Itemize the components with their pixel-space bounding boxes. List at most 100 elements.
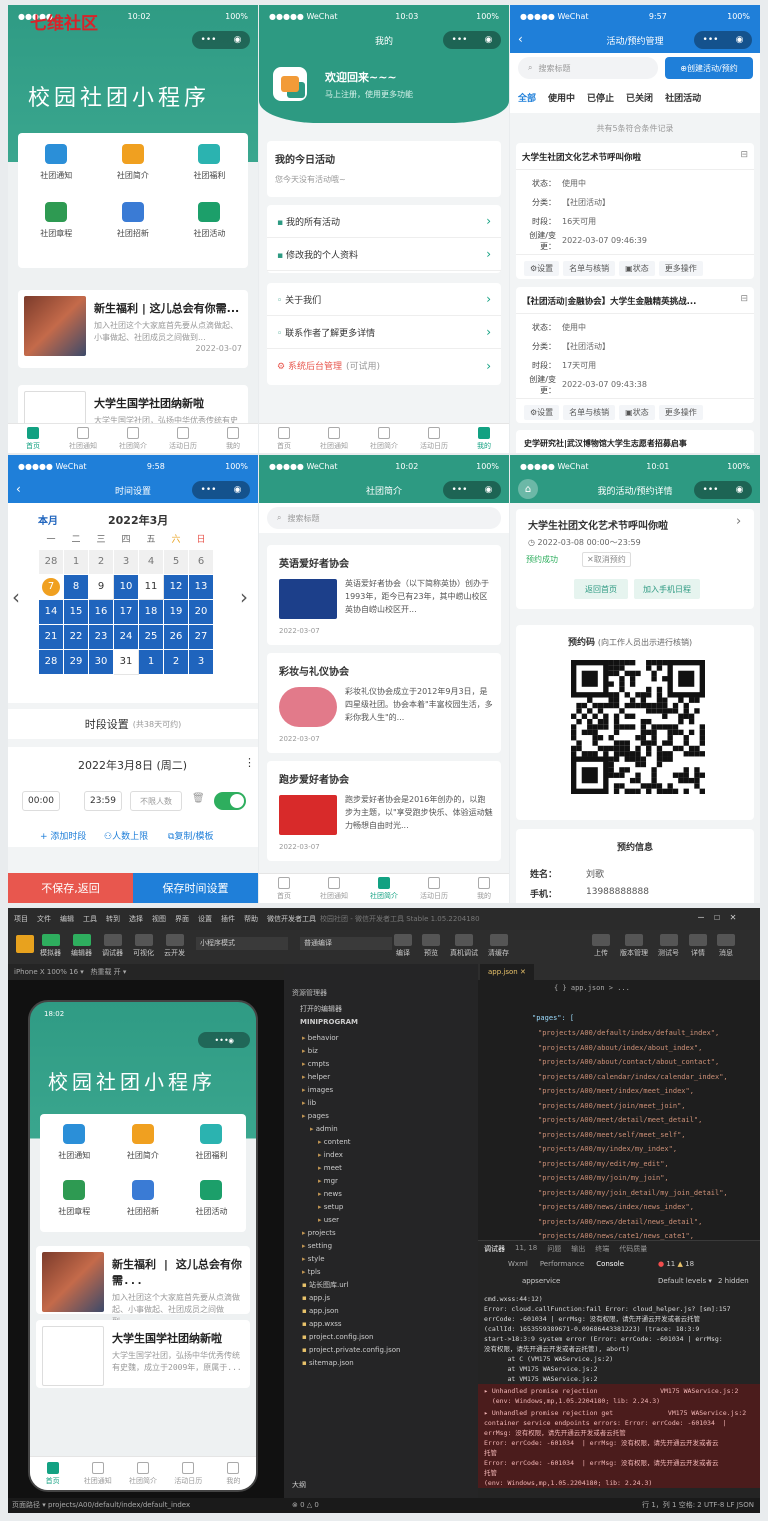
tab-2[interactable]: 社团简介 (359, 874, 409, 903)
menu-item[interactable]: 文件 (37, 914, 51, 924)
search-input[interactable]: ⌕ 搜索标题 (267, 507, 501, 529)
file-tree-item[interactable]: ▸ setting (294, 1240, 474, 1253)
calendar-day[interactable]: 31 (113, 648, 139, 675)
calendar-day[interactable]: 19 (163, 598, 189, 625)
people-limit-link[interactable]: ⚇人数上限 (104, 829, 148, 842)
sim-grid-item[interactable]: 社团简介 (109, 1114, 178, 1170)
p1-grid-item[interactable]: 社团福利 (171, 133, 248, 191)
console-tab[interactable]: Performance (540, 1260, 584, 1268)
collapse-icon[interactable]: ⊟ (740, 150, 748, 160)
save-button[interactable]: 保存时间设置 (133, 873, 258, 903)
tab-4[interactable]: 我的 (208, 424, 258, 453)
admin-row[interactable]: ⚙ 系统后台管理 (可试用) › (267, 349, 501, 382)
toolbar-button[interactable]: 详情 (689, 934, 707, 958)
tab-4[interactable]: 我的 (459, 424, 509, 453)
capsule-menu[interactable]: ••• ◉ (443, 31, 501, 49)
console-tab[interactable]: Console (596, 1260, 624, 1268)
menu-item[interactable]: 视图 (152, 914, 166, 924)
file-tree-item[interactable]: ▸ cmpts (294, 1058, 474, 1071)
compile-select[interactable]: 普通编译 (300, 937, 392, 950)
toolbar-button[interactable]: 上传 (592, 934, 610, 958)
open-editors[interactable]: 打开的编辑器 (300, 1004, 342, 1014)
debugger-tab[interactable]: 代码质量 (619, 1244, 647, 1254)
menu-item[interactable]: 界面 (175, 914, 189, 924)
sim-grid-item[interactable]: 社团章程 (40, 1170, 109, 1226)
file-tree-item[interactable]: ▪ app.js (294, 1292, 474, 1305)
file-tree-item[interactable]: ▸ setup (294, 1201, 474, 1214)
debugger-tab[interactable]: 调试器 (484, 1244, 505, 1254)
console-tab[interactable]: Wxml (508, 1260, 528, 1268)
file-tree-item[interactable]: ▸ style (294, 1253, 474, 1266)
file-tree-item[interactable]: ▸ meet (294, 1162, 474, 1175)
club-card[interactable]: 彩妆与礼仪协会 彩妆礼仪协会成立于2012年9月3日，是四星级社团。协会本着"丰富… (267, 653, 501, 753)
collapse-icon[interactable]: ⊟ (740, 294, 748, 304)
action-button[interactable]: ▣状态 (619, 261, 655, 276)
copy-template-link[interactable]: ⧉复制/模板 (168, 829, 213, 842)
more-icon[interactable]: ••• (452, 485, 468, 495)
news-item[interactable]: 新生福利 | 这儿总会有你需... 加入社团这个大家庭首先要从点滴做起、小事做起、… (18, 290, 248, 368)
calendar-day[interactable]: 18 (138, 598, 164, 625)
sim-grid-item[interactable]: 社团招新 (109, 1170, 178, 1226)
calendar-day[interactable]: 21 (38, 623, 64, 650)
menu-item[interactable]: 项目 (14, 914, 28, 924)
calendar-day[interactable]: 10 (113, 573, 139, 600)
calendar-day[interactable]: 26 (163, 623, 189, 650)
calendar-day[interactable]: 22 (63, 623, 89, 650)
calendar-day[interactable]: 9 (88, 573, 114, 600)
action-button[interactable]: ⚙设置 (524, 405, 560, 420)
sim-grid-item[interactable]: 社团福利 (177, 1114, 246, 1170)
toolbar-button[interactable]: 编译 (394, 934, 412, 958)
tab-2[interactable]: 社团简介 (108, 424, 158, 453)
file-tree-item[interactable]: ▪ sitemap.json (294, 1357, 474, 1370)
add-slot-link[interactable]: + 添加时段 (40, 829, 86, 842)
mode-select[interactable]: 小程序模式 (196, 937, 288, 950)
news-item[interactable]: 新生福利 | 这儿总会有你需... 加入社团这个大家庭首先要从点滴做起、小事做起、… (36, 1246, 250, 1337)
debugger-tab[interactable]: 终端 (595, 1244, 609, 1254)
tab-0[interactable]: 首页 (30, 1457, 75, 1490)
calendar-day[interactable]: 2 (88, 548, 114, 575)
activity-card-3[interactable]: 史学研究社|武汉博物馆大学生志愿者招募启事 (516, 430, 754, 453)
action-button[interactable]: ▣状态 (619, 405, 655, 420)
calendar-day[interactable]: 5 (163, 548, 189, 575)
toolbar-button[interactable]: 模拟器 (40, 934, 61, 958)
slot-more-icon[interactable]: ⋮ (244, 756, 255, 769)
editor-tab-app-json[interactable]: app.json ✕ (480, 964, 534, 980)
toolbar-button[interactable]: 真机调试 (450, 934, 478, 958)
levels-select[interactable]: Default levels ▾ (658, 1277, 712, 1285)
more-icon[interactable]: ••• (201, 485, 217, 495)
file-tree-item[interactable]: ▪ project.config.json (294, 1331, 474, 1344)
tab-0[interactable]: 首页 (259, 424, 309, 453)
debugger-tab[interactable]: 问题 (547, 1244, 561, 1254)
window-controls[interactable]: —☐✕ (698, 912, 746, 923)
file-tree-item[interactable]: ▸ user (294, 1214, 474, 1227)
toolbar-button[interactable]: 可视化 (133, 934, 154, 958)
more-icon[interactable]: ••• (703, 35, 719, 45)
close-circle-icon[interactable]: ◉ (736, 35, 744, 45)
search-input[interactable]: ⌕ 搜索标题 (518, 57, 658, 79)
calendar-day[interactable]: 14 (38, 598, 64, 625)
menu-item[interactable]: 插件 (221, 914, 235, 924)
toolbar-button[interactable]: 调试器 (102, 934, 123, 958)
code-editor[interactable]: "projects/A00/default/index/default_inde… (538, 1026, 760, 1244)
toolbar-button[interactable]: 编辑器 (71, 934, 92, 958)
calendar-day[interactable]: 3 (113, 548, 139, 575)
start-time-field[interactable]: 00:00 (22, 791, 60, 811)
calendar-day[interactable]: 28 (38, 548, 64, 575)
tab-3[interactable]: 活动日历 (409, 874, 459, 903)
calendar-day[interactable]: 27 (188, 623, 214, 650)
debugger-tab[interactable]: 11, 18 (515, 1244, 537, 1254)
file-tree-item[interactable]: ▸ behavior (294, 1032, 474, 1045)
calendar-day[interactable]: 30 (88, 648, 114, 675)
filter-tab[interactable]: 使用中 (548, 91, 575, 104)
filter-tab[interactable]: 全部 (518, 91, 536, 104)
toolbar-button[interactable]: 测试号 (658, 934, 679, 958)
menu-row[interactable]: ▪ 我的所有活动 › (267, 205, 501, 238)
avatar[interactable] (273, 67, 307, 101)
calendar-day[interactable]: 24 (113, 623, 139, 650)
calendar-day[interactable]: 11 (138, 573, 164, 600)
file-tree-item[interactable]: ▸ helper (294, 1071, 474, 1084)
menu-item[interactable]: 选择 (129, 914, 143, 924)
more-icon[interactable]: ••• (703, 485, 719, 495)
menu-row[interactable]: ◦ 联系作者了解更多详情 › (267, 316, 501, 349)
cancel-button[interactable]: 不保存,返回 (8, 873, 133, 903)
